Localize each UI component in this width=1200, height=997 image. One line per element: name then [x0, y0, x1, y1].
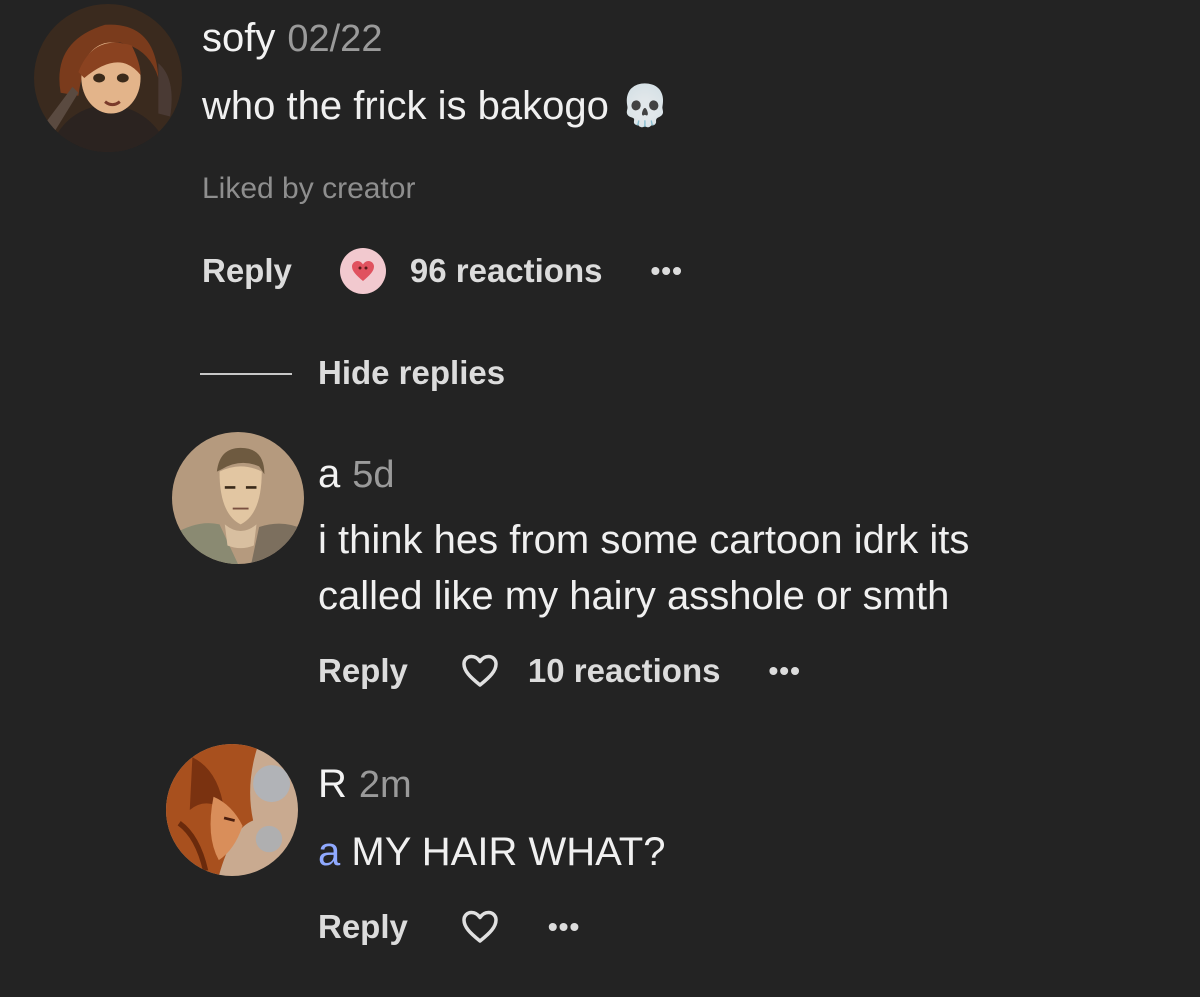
comment-author-r: R 2m — [318, 762, 412, 807]
avatar-a[interactable] — [172, 432, 304, 564]
comment-text-line-1: i think hes from some cartoon idrk its — [318, 518, 970, 562]
hide-replies-divider — [200, 373, 292, 375]
comment-author-a: a 5d — [318, 452, 395, 497]
comment-actions-sofy: Reply 96 reactions ••• — [202, 248, 683, 294]
reactions-count[interactable]: 10 reactions — [528, 652, 721, 690]
comment-body-r: a MY HAIR WHAT? — [318, 824, 665, 880]
timestamp: 5d — [352, 454, 395, 496]
comment-author-sofy: sofy 02/22 — [202, 16, 382, 61]
comment-body-sofy: who the frick is bakogo 💀 — [202, 78, 670, 134]
avatar-sofy-image — [34, 4, 182, 152]
comment-body-a: i think hes from some cartoon idrk its c… — [318, 512, 969, 624]
heart-outline-icon[interactable] — [458, 649, 502, 693]
reply-button[interactable]: Reply — [318, 652, 408, 690]
comment-actions-a: Reply 10 reactions ••• — [318, 648, 801, 694]
comment-text: MY HAIR WHAT? — [351, 830, 666, 874]
avatar-r-image — [166, 744, 298, 876]
reply-button[interactable]: Reply — [202, 252, 292, 290]
skull-emoji-icon: 💀 — [620, 84, 670, 128]
avatar-sofy[interactable] — [34, 4, 182, 152]
more-options-icon[interactable]: ••• — [650, 255, 682, 287]
timestamp: 2m — [358, 764, 412, 806]
mention-link[interactable]: a — [318, 830, 340, 874]
comment-actions-r: Reply ••• — [318, 904, 580, 950]
username[interactable]: R — [318, 762, 347, 806]
comment-text-line-2: called like my hairy asshole or smth — [318, 574, 950, 618]
more-options-icon[interactable]: ••• — [548, 911, 580, 943]
heart-reaction-badge-icon[interactable] — [339, 248, 386, 294]
comment-text: who the frick is bakogo — [202, 84, 609, 128]
more-options-icon[interactable]: ••• — [768, 655, 800, 687]
liked-by-creator: Liked by creator — [202, 172, 416, 205]
username[interactable]: a — [318, 452, 340, 496]
reactions-count[interactable]: 96 reactions — [410, 252, 603, 290]
avatar-r[interactable] — [166, 744, 298, 876]
reply-button[interactable]: Reply — [318, 908, 408, 946]
hide-replies-button[interactable]: Hide replies — [318, 354, 505, 392]
heart-outline-icon[interactable] — [458, 905, 502, 949]
avatar-a-image — [172, 432, 304, 564]
username[interactable]: sofy — [202, 16, 275, 60]
comment-thread: sofy 02/22 who the frick is bakogo 💀 Like… — [0, 0, 1200, 997]
timestamp: 02/22 — [287, 18, 383, 60]
